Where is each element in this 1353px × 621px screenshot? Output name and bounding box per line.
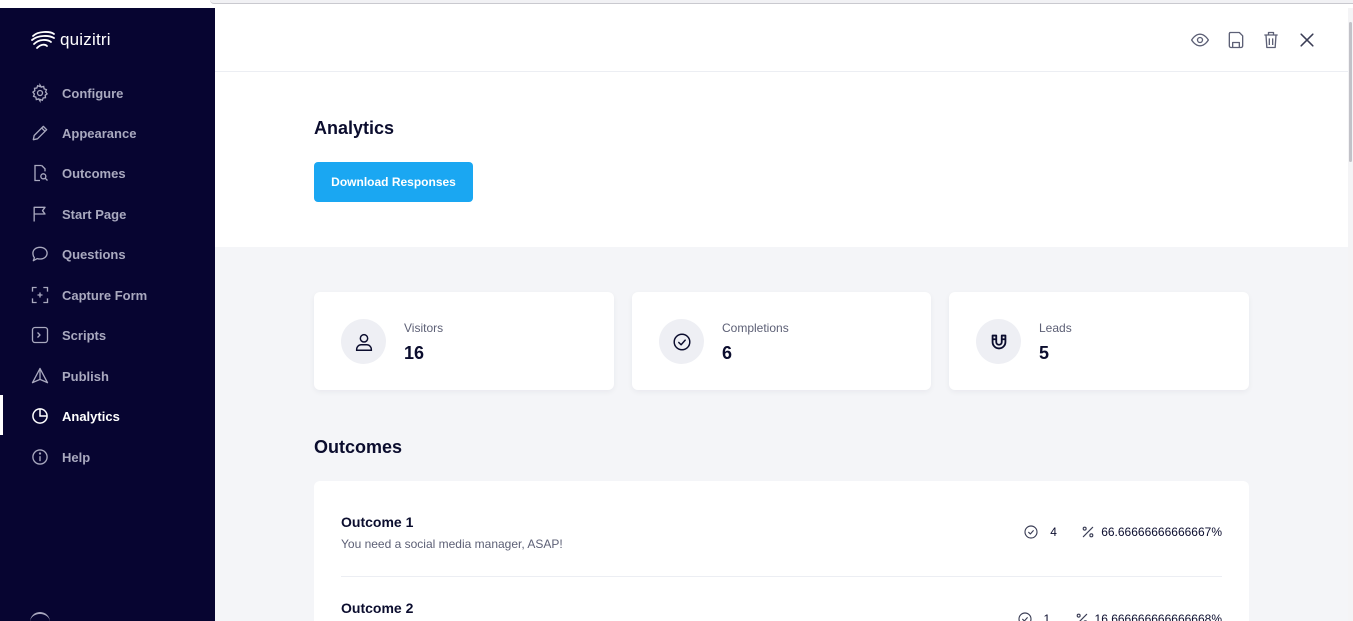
sidebar-item-help[interactable]: Help (0, 442, 215, 472)
sidebar-item-label: Appearance (62, 126, 137, 141)
pie-chart-icon (30, 406, 50, 426)
check-circle-icon (1024, 525, 1038, 539)
page-scrollbar[interactable] (1348, 8, 1353, 621)
send-icon (30, 366, 50, 386)
preview-button[interactable] (1190, 30, 1210, 50)
app-logo[interactable]: quizitri (30, 30, 111, 50)
quizitri-logo-icon (31, 31, 55, 49)
user-avatar-icon[interactable] (30, 612, 50, 621)
outcome-count: 1 (1043, 612, 1051, 621)
sidebar-item-configure[interactable]: Configure (0, 78, 215, 108)
outcome-stats: 1 16.666666666666668% (1017, 611, 1222, 621)
sidebar-item-capture-form[interactable]: Capture Form (0, 280, 215, 310)
stat-icon-wrap (976, 319, 1021, 364)
sidebar-item-label: Capture Form (62, 288, 148, 303)
browser-tab-bar (210, 0, 1353, 4)
stat-card-visitors: Visitors 16 (314, 292, 614, 390)
close-icon (1300, 33, 1314, 47)
close-button[interactable] (1297, 30, 1317, 50)
sidebar-item-appearance[interactable]: Appearance (0, 118, 215, 148)
stat-label: Leads (1039, 321, 1072, 335)
stat-value: 6 (722, 343, 733, 363)
list-item[interactable]: Outcome 2 1 16.666666666666668% (341, 600, 1222, 621)
sidebar-item-label: Questions (62, 247, 126, 262)
sidebar-item-label: Configure (62, 86, 124, 101)
flag-icon (30, 204, 50, 224)
editor-header (215, 8, 1348, 72)
stat-label: Visitors (404, 321, 444, 335)
sidebar-item-label: Scripts (62, 328, 107, 343)
outcome-percent: 66.66666666666667% (1101, 525, 1222, 539)
magnet-icon (991, 334, 1006, 349)
capture-icon (30, 285, 50, 305)
download-responses-button[interactable]: Download Responses (314, 162, 473, 202)
eye-icon (1190, 33, 1210, 47)
page-title: Analytics (314, 118, 395, 138)
analytics-header-section (215, 72, 1348, 247)
user-icon (355, 333, 372, 351)
sidebar-item-start-page[interactable]: Start Page (0, 199, 215, 229)
chat-bubble-icon (30, 244, 50, 264)
outcome-title: Outcome 2 (341, 600, 414, 616)
sidebar-item-label: Analytics (62, 409, 120, 424)
sidebar-item-scripts[interactable]: Scripts (0, 320, 215, 350)
list-item[interactable]: Outcome 1 You need a social media manage… (341, 514, 1222, 554)
sidebar-item-questions[interactable]: Questions (0, 239, 215, 269)
trash-icon (1264, 31, 1278, 49)
sidebar-item-label: Help (62, 450, 91, 465)
sidebar-item-label: Publish (62, 369, 109, 384)
stat-icon-wrap (659, 319, 704, 364)
app-name: quizitri (60, 30, 111, 49)
gear-icon (30, 83, 50, 103)
file-search-icon (30, 163, 50, 183)
sidebar-item-label: Start Page (62, 207, 127, 222)
save-button[interactable] (1226, 30, 1246, 50)
percent-icon (1082, 526, 1094, 538)
delete-button[interactable] (1261, 30, 1281, 50)
sidebar-item-outcomes[interactable]: Outcomes (0, 158, 215, 188)
stat-card-completions: Completions 6 (632, 292, 931, 390)
info-icon (30, 447, 50, 467)
stat-label: Completions (722, 321, 789, 335)
check-circle-icon (672, 332, 691, 351)
sidebar: quizitri Configure Appearance Outcomes S… (0, 8, 215, 621)
stat-value: 16 (404, 343, 425, 363)
check-circle-icon (1017, 612, 1032, 621)
outcome-description: You need a social media manager, ASAP! (341, 537, 563, 551)
stat-card-leads: Leads 5 (949, 292, 1249, 390)
percent-icon (1076, 613, 1087, 621)
sidebar-item-publish[interactable]: Publish (0, 361, 215, 391)
outcome-percent: 16.666666666666668% (1094, 612, 1222, 621)
pencil-icon (30, 123, 50, 143)
outcome-stats: 4 66.66666666666667% (1023, 524, 1222, 540)
browser-top-strip (0, 0, 1353, 8)
divider (341, 576, 1222, 577)
outcomes-list: Outcome 1 You need a social media manage… (314, 481, 1249, 621)
stat-value: 5 (1039, 343, 1050, 363)
stat-icon-wrap (341, 319, 386, 364)
sidebar-item-analytics[interactable]: Analytics (0, 395, 215, 435)
sidebar-item-label: Outcomes (62, 166, 126, 181)
scrollbar-thumb[interactable] (1349, 22, 1352, 162)
terminal-icon (30, 325, 50, 345)
save-icon (1228, 31, 1244, 49)
outcome-title: Outcome 1 (341, 514, 414, 530)
outcome-count: 4 (1050, 525, 1057, 539)
outcomes-section-title: Outcomes (314, 437, 403, 457)
